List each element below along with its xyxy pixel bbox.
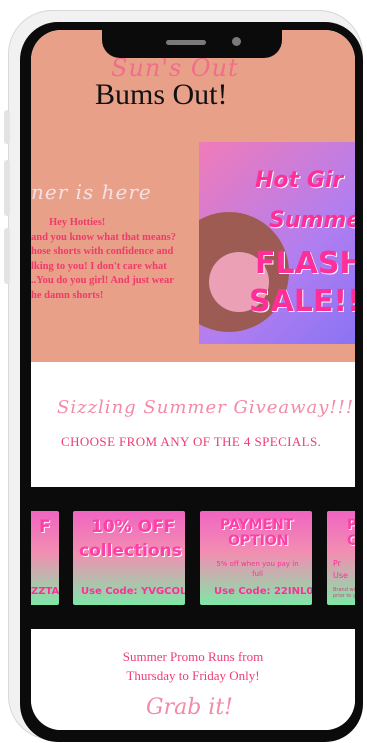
special-card-subtitle: OPTION — [228, 533, 289, 549]
hero-copy-line: he damn shorts! — [31, 289, 104, 301]
giveaway-script: Sizzling Summer Giveaway!!! — [57, 397, 355, 418]
special-card-title: F — [39, 517, 51, 537]
special-card-code: Use — [333, 571, 348, 580]
hero-headline: Bums Out! — [95, 78, 228, 111]
promo-text: Summe — [269, 208, 355, 233]
promo-text: SALE!! — [249, 284, 355, 319]
phone-notch — [102, 30, 282, 58]
hero-copy-line: hose shorts with confidence and — [31, 246, 174, 257]
phone-screen: Sun's Out Bums Out! ner is here Hey Hott… — [31, 30, 355, 730]
special-card-title: 10% OFF — [91, 517, 176, 537]
specials-carousel[interactable]: F ZZTA 10% OFF collections Use Code: YVG… — [31, 487, 355, 629]
special-card-code: Use Code: 22INL01 — [214, 586, 312, 597]
giveaway-caps: CHOOSE FROM ANY OF THE 4 SPECIALS. — [61, 434, 322, 449]
special-card-fineprint: Brand within prior to your — [333, 587, 355, 599]
special-card-title: P — [347, 517, 355, 533]
summer-script-text: ner is here — [31, 180, 152, 204]
hero-section: Sun's Out Bums Out! ner is here Hey Hott… — [31, 30, 355, 362]
flash-sale-image: Hot Gir Summe FLASH SALE!! — [199, 142, 355, 344]
speaker-grille — [166, 40, 206, 45]
hero-copy-line: lking to you! I don't care what — [31, 260, 167, 272]
special-card-description: 5% off when you pay in full — [216, 560, 299, 578]
special-card[interactable]: PAYMENT OPTION 5% off when you pay in fu… — [200, 511, 312, 605]
special-card-description: Pr — [333, 559, 341, 568]
giveaway-section: Sizzling Summer Giveaway!!! CHOOSE FROM … — [31, 362, 355, 487]
grab-it-link[interactable]: Grab it! — [146, 695, 233, 720]
phone-side-button — [4, 160, 10, 216]
promo-text: Hot Gir — [255, 168, 344, 193]
special-card[interactable]: 10% OFF collections Use Code: YVGCOLF — [73, 511, 185, 605]
front-camera — [232, 37, 241, 46]
special-card[interactable]: F ZZTA — [31, 511, 59, 605]
promo-dates-line: Thursday to Friday Only! — [126, 668, 260, 683]
special-card-subtitle: C — [347, 533, 355, 549]
hero-copy-line: Hey Hotties! — [49, 217, 106, 228]
special-card[interactable]: P C Pr Use Brand within prior to your — [327, 511, 355, 605]
special-card-code: Use Code: YVGCOLF — [81, 586, 185, 597]
special-card-title: PAYMENT — [220, 517, 294, 533]
special-card-subtitle: collections — [79, 541, 182, 561]
special-card-code: ZZTA — [31, 586, 59, 597]
phone-side-button — [4, 110, 10, 144]
phone-side-button — [4, 228, 10, 284]
footer-section: Summer Promo Runs from Thursday to Frida… — [31, 629, 355, 730]
promo-text: FLASH — [255, 246, 355, 281]
hero-copy-line: ..You do you girl! And just wear — [31, 275, 174, 286]
hero-copy-line: and you know what that means? — [31, 231, 176, 243]
hero-copy: Hey Hotties! and you know what that mean… — [31, 216, 201, 303]
promo-dates-line: Summer Promo Runs from — [122, 649, 264, 664]
